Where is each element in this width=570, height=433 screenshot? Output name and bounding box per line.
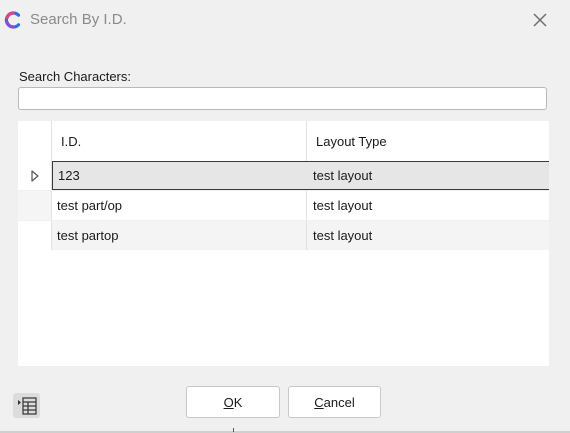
table-row[interactable]: test part/op test layout (18, 191, 549, 220)
header-corner (18, 121, 52, 161)
table-row[interactable]: test partop test layout (18, 221, 549, 250)
row-selector-empty-area (18, 250, 52, 366)
search-characters-label: Search Characters: (19, 69, 131, 84)
ok-mnemonic: O (223, 394, 234, 410)
column-header-layout-type[interactable]: Layout Type (307, 121, 549, 161)
grid-empty-area (52, 250, 549, 366)
cell-layout-type[interactable]: test layout (307, 221, 549, 250)
results-grid: I.D. Layout Type 123 test layout test pa… (18, 121, 549, 366)
search-input[interactable] (18, 87, 547, 110)
row-selector[interactable] (18, 191, 52, 220)
cell-id[interactable]: 123 (52, 161, 307, 190)
app-logo-icon (4, 11, 21, 29)
ok-button[interactable]: OK (186, 386, 280, 418)
search-by-id-dialog: Search By I.D. Search Characters: I.D. L… (0, 0, 570, 433)
close-icon (533, 13, 547, 27)
ok-label-rest: K (233, 394, 243, 410)
table-row[interactable]: 123 test layout (18, 161, 549, 190)
cell-layout-type[interactable]: test layout (307, 191, 549, 220)
title-bar: Search By I.D. (0, 0, 570, 40)
cell-id[interactable]: test partop (52, 221, 307, 250)
grid-layout-button[interactable] (13, 393, 40, 418)
grid-layout-icon (17, 396, 37, 415)
close-button[interactable] (524, 6, 556, 34)
cancel-label-rest: ancel (323, 394, 355, 410)
cell-layout-type[interactable]: test layout (307, 161, 549, 190)
row-selector[interactable] (18, 221, 52, 250)
bottom-tick (233, 428, 234, 432)
cancel-button[interactable]: Cancel (288, 386, 381, 418)
row-pointer-icon (30, 169, 39, 182)
cancel-mnemonic: C (314, 394, 324, 410)
window-title: Search By I.D. (30, 11, 127, 28)
row-selector[interactable] (18, 161, 52, 190)
column-header-id[interactable]: I.D. (52, 121, 307, 161)
cell-id[interactable]: test part/op (52, 191, 307, 220)
grid-header: I.D. Layout Type (18, 121, 549, 161)
